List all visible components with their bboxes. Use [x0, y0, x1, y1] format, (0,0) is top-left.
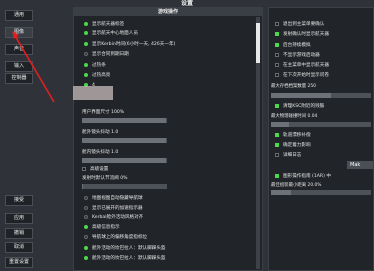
option-map-hide-navball[interactable]: 地图视图自动隐藏导航球	[84, 194, 143, 203]
checkbox-icon	[275, 173, 279, 178]
checkbox-icon	[275, 72, 279, 77]
option-orbit-drift[interactable]: 轨道漂移补偿	[275, 131, 311, 140]
best-assembly-label: 最佳组装最小距离 20.0%	[271, 183, 322, 188]
toggle-icon	[84, 72, 88, 77]
toggle-icon	[84, 195, 88, 200]
toggle-icon	[84, 234, 88, 239]
cancel-button[interactable]: 取消	[5, 242, 33, 253]
option-launch-show-vessel[interactable]: 发射确认时显示航天器	[275, 30, 329, 39]
redacted-region	[73, 86, 113, 100]
panel-title: 游戏操作	[74, 8, 262, 16]
option-kerbin-time[interactable]: 显示Kerbin时间(6小时一天, 426天一年)	[84, 40, 175, 49]
slider-fill	[82, 158, 166, 163]
option-background-sim[interactable]: 后台持续模拟	[275, 41, 311, 50]
toggle-icon	[84, 21, 88, 26]
option-overheat-highlight[interactable]: 过热高亮	[84, 71, 110, 80]
option-clean-debris[interactable]: 清理KSC附近的残骸	[275, 102, 324, 111]
option-advanced[interactable]: 高级设置	[82, 165, 108, 174]
game-operations-panel: 游戏操作 显示航天器标签 显示航天中心地面人员 显示Kerbin时间(6小时一天…	[73, 7, 263, 271]
option-hide-launcher[interactable]: 不显示游戏启动器	[275, 51, 320, 60]
option-warp-indicator[interactable]: 显示已展开的加速指示器	[84, 204, 143, 213]
accept-button[interactable]: 接受	[5, 195, 33, 206]
option-show-vessel-labels[interactable]: 显示航天器标签	[84, 20, 124, 29]
slider-fill	[82, 138, 166, 143]
max-save-backups-label: 最大存档档案数量 250	[271, 84, 316, 89]
checkbox-icon	[275, 103, 279, 108]
checkbox-icon	[82, 166, 86, 171]
side-settings-panel: 退出到主菜单要确认 发射确认时显示航天器 后台持续模拟 不显示游戏启动器 在主菜…	[268, 7, 374, 271]
option-navball-offset[interactable]: 导航球上的偏移角度指标位	[84, 233, 147, 242]
option-survey[interactable]: 在下次开始时显示问卷	[275, 71, 329, 80]
option-eva-alignment[interactable]: Kerbal舱外活动风格对齐	[84, 213, 143, 222]
launch-throttle-slider[interactable]	[82, 184, 167, 189]
option-graphics-guide[interactable]: 图形操作指南 (1AR) 中	[275, 172, 331, 181]
slider-fill	[271, 122, 289, 127]
max-physics-delta-slider[interactable]	[271, 122, 371, 127]
toggle-icon	[84, 41, 88, 46]
option-advanced-info[interactable]: 高级信息指示	[84, 223, 120, 232]
slider-fill	[82, 184, 83, 189]
make-button[interactable]: Mak	[347, 161, 373, 169]
slider-fill	[271, 93, 331, 98]
toggle-icon	[84, 255, 88, 260]
toggle-icon	[84, 51, 88, 56]
slider-fill	[271, 190, 291, 195]
checkbox-icon	[275, 142, 279, 147]
option-verbose-log[interactable]: 详细日志	[275, 151, 301, 160]
option-force-impact[interactable]: 确定着力影响	[275, 141, 311, 150]
toggle-icon	[84, 224, 88, 229]
max-physics-delta-label: 最大物理碰撞时间 0.04	[271, 114, 318, 119]
checkbox-icon	[275, 62, 279, 67]
checkbox-icon	[275, 21, 279, 26]
checkbox-icon	[275, 52, 279, 57]
slider-fill	[82, 118, 166, 123]
checkbox-icon	[275, 132, 279, 137]
int-cam-shake-label: 舱内镜头抖动 1.0	[82, 150, 119, 155]
option-eva-helmet-2[interactable]: 舱外活动的坎巴拉人：默认脚踩头盔	[84, 254, 166, 263]
option-exit-confirm[interactable]: 退出到主菜单要确认	[275, 20, 324, 29]
int-cam-shake-slider[interactable]	[82, 158, 167, 163]
toggle-icon	[84, 245, 88, 250]
revert-button[interactable]: 撤销	[5, 228, 33, 239]
ext-cam-shake-label: 舱外镜头抖动 1.0	[82, 130, 119, 135]
checkbox-icon	[275, 152, 279, 157]
annotation-arrow-icon	[12, 31, 55, 103]
ext-cam-shake-slider[interactable]	[82, 138, 167, 143]
reset-settings-button[interactable]: 重置设置	[5, 257, 33, 268]
option-contract-dates[interactable]: 显示合同到期日期	[84, 50, 129, 59]
option-menu-vessel[interactable]: 在主菜单中显示航天器	[275, 61, 329, 70]
apply-button[interactable]: 应用	[5, 213, 33, 224]
ui-scale-label: 用户界面尺寸 100%	[82, 110, 125, 115]
option-overheat-bars[interactable]: 过热条	[84, 61, 106, 70]
max-save-backups-slider[interactable]	[271, 93, 371, 98]
toggle-icon	[84, 205, 88, 210]
checkbox-icon	[275, 31, 279, 36]
checkbox-icon	[275, 42, 279, 47]
toggle-icon	[84, 62, 88, 67]
best-assembly-slider[interactable]	[271, 190, 371, 195]
launch-throttle-label: 发射时默认节流阀 0%	[82, 176, 128, 181]
toggle-icon	[84, 30, 88, 35]
ui-scale-slider[interactable]	[82, 118, 167, 123]
option-show-ksc-crew[interactable]: 显示航天中心地面人员	[84, 29, 138, 38]
option-eva-helmet-1[interactable]: 舱外活动的坎巴拉人：默认脚踩头盔	[84, 244, 166, 253]
toggle-icon	[84, 214, 88, 219]
scrollbar-thumb[interactable]	[256, 23, 260, 63]
scrollbar[interactable]	[256, 17, 260, 269]
